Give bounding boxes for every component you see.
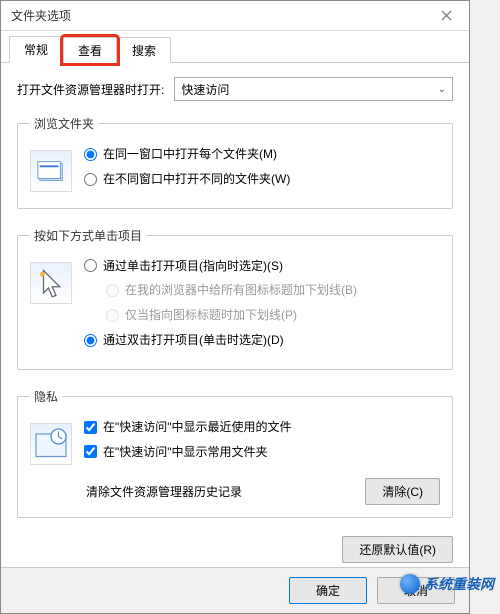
click-items-icon (30, 262, 72, 304)
radio-same-window-label[interactable]: 在同一窗口中打开每个文件夹(M) (103, 146, 277, 163)
tab-strip: 常规 查看 搜索 (1, 31, 469, 63)
radio-underline-hover (106, 309, 119, 322)
open-explorer-value: 快速访问 (181, 81, 229, 98)
radio-single-click-label[interactable]: 通过单击打开项目(指向时选定)(S) (103, 258, 283, 275)
content-area: 打开文件资源管理器时打开: 快速访问 ⌄ 浏览文件夹 在同一窗口中打开每个文件夹… (1, 63, 469, 573)
close-icon (441, 10, 452, 21)
ok-button[interactable]: 确定 (289, 577, 367, 604)
tab-view[interactable]: 查看 (63, 37, 117, 63)
folder-options-dialog: 文件夹选项 常规 查看 搜索 打开文件资源管理器时打开: 快速访问 ⌄ 浏览文件… (0, 0, 470, 614)
chevron-down-icon: ⌄ (438, 84, 446, 95)
checkbox-frequent-folders[interactable] (84, 445, 97, 458)
watermark-logo-icon (400, 574, 420, 594)
radio-double-click-label[interactable]: 通过双击打开项目(单击时选定)(D) (103, 332, 284, 349)
open-explorer-select[interactable]: 快速访问 ⌄ (174, 77, 453, 101)
click-items-group: 按如下方式单击项目 通过单击打开项目(指向时选定)(S) 在我的浏览器中给所有图… (17, 227, 453, 370)
radio-new-window-label[interactable]: 在不同窗口中打开不同的文件夹(W) (103, 171, 290, 188)
titlebar: 文件夹选项 (1, 1, 469, 31)
restore-defaults-button[interactable]: 还原默认值(R) (342, 536, 453, 563)
radio-underline-hover-label: 仅当指向图标标题时加下划线(P) (125, 307, 297, 324)
radio-underline-all-label: 在我的浏览器中给所有图标标题加下划线(B) (125, 282, 357, 299)
browse-folders-group: 浏览文件夹 在同一窗口中打开每个文件夹(M) 在不同窗口中打开不同的文件夹(W) (17, 115, 453, 209)
tab-general[interactable]: 常规 (9, 36, 63, 63)
radio-double-click[interactable] (84, 334, 97, 347)
browse-folders-icon (30, 150, 72, 192)
radio-new-window[interactable] (84, 173, 97, 186)
privacy-legend: 隐私 (30, 388, 62, 405)
checkbox-recent-files-label[interactable]: 在"快速访问"中显示最近使用的文件 (103, 419, 292, 436)
open-explorer-row: 打开文件资源管理器时打开: 快速访问 ⌄ (17, 77, 453, 101)
click-items-legend: 按如下方式单击项目 (30, 227, 146, 244)
privacy-icon (30, 423, 72, 465)
window-title: 文件夹选项 (11, 7, 71, 24)
tab-search[interactable]: 搜索 (117, 37, 171, 63)
watermark-text: 系统重装网 (424, 576, 494, 592)
watermark: 系统重装网 (394, 570, 500, 598)
clear-history-label: 清除文件资源管理器历史记录 (86, 483, 242, 500)
close-button[interactable] (424, 1, 469, 31)
checkbox-recent-files[interactable] (84, 421, 97, 434)
radio-single-click[interactable] (84, 259, 97, 272)
privacy-group: 隐私 在"快速访问"中显示最近使用的文件 在"快速访问"中显示常用文件夹 (17, 388, 453, 519)
radio-underline-all (106, 284, 119, 297)
clear-button[interactable]: 清除(C) (365, 478, 440, 505)
open-explorer-label: 打开文件资源管理器时打开: (17, 81, 164, 98)
checkbox-frequent-folders-label[interactable]: 在"快速访问"中显示常用文件夹 (103, 444, 268, 461)
radio-same-window[interactable] (84, 148, 97, 161)
browse-folders-legend: 浏览文件夹 (30, 115, 98, 132)
